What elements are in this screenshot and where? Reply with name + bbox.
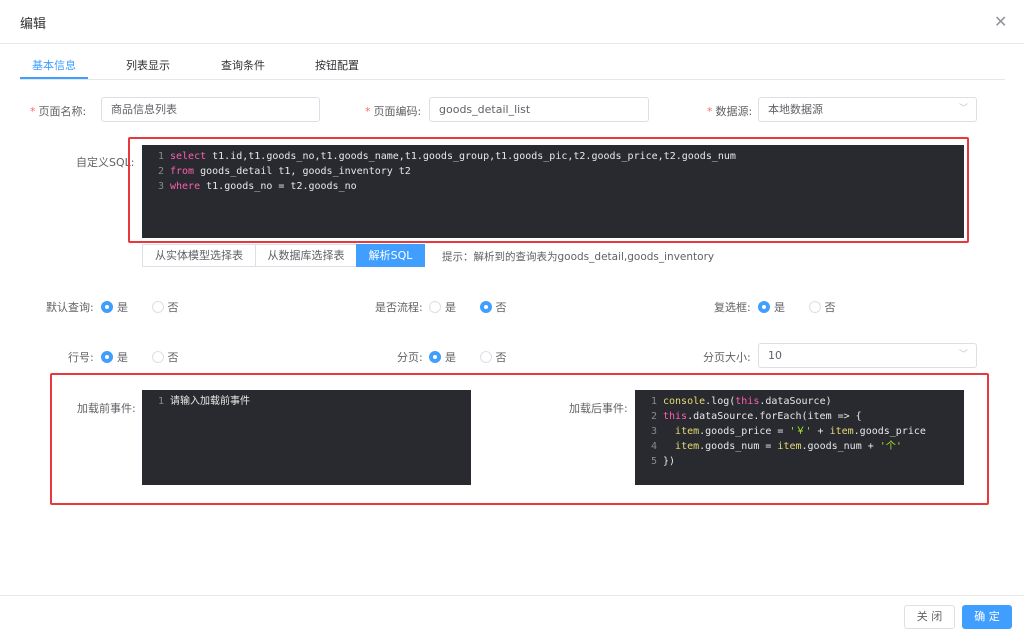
default-query-radio-group: 是 否 <box>101 299 179 315</box>
dialog-title: 编辑 <box>20 17 47 32</box>
before-load-label: 加载前事件: <box>77 402 136 415</box>
before-load-code-line: 请输入加载前事件 <box>170 396 250 407</box>
select-from-database-button[interactable]: 从数据库选择表 <box>255 244 357 267</box>
sql-line-number: 3 <box>157 181 164 192</box>
row-number-yes[interactable]: 是 <box>101 351 128 364</box>
is-flow-radio-group: 是 否 <box>429 299 507 315</box>
page-name-input[interactable]: 商品信息列表 <box>101 97 320 122</box>
tabs-divider <box>20 79 1005 80</box>
after-load-line-number: 3 <box>650 426 657 437</box>
chevron-down-icon: ﹀ <box>958 104 968 114</box>
page-size-value: 10 <box>768 349 782 362</box>
sql-line-numbers: 1 2 3 <box>142 149 164 194</box>
parse-sql-button[interactable]: 解析SQL <box>356 244 425 267</box>
close-button[interactable]: 关 闭 <box>904 605 955 629</box>
tab-query-conditions[interactable]: 查询条件 <box>221 57 265 73</box>
multi-select-radio-group: 是 否 <box>758 299 836 315</box>
after-load-code-line: item.goods_num = item.goods_num + '个' <box>675 441 902 452</box>
sql-editor[interactable]: 1 2 3 select t1.id,t1.goods_no,t1.goods_na… <box>142 145 964 238</box>
datasource-value: 本地数据源 <box>768 103 823 116</box>
is-flow-label: 是否流程: <box>375 301 423 314</box>
tab-list-display[interactable]: 列表显示 <box>126 57 170 73</box>
multi-select-yes[interactable]: 是 <box>758 301 785 314</box>
sql-code-line: select t1.id,t1.goods_no,t1.goods_name,t… <box>170 151 736 162</box>
is-flow-no[interactable]: 否 <box>479 301 507 314</box>
paging-yes[interactable]: 是 <box>429 351 456 364</box>
row-number-radio-group: 是 否 <box>101 349 179 365</box>
after-load-code-line: this.dataSource.forEach(item => { <box>663 411 862 422</box>
close-icon[interactable]: ✕ <box>994 12 1007 31</box>
page-code-input[interactable]: goods_detail_list <box>429 97 649 122</box>
page-size-select[interactable]: 10 ﹀ <box>758 343 977 368</box>
sql-code-line: where t1.goods_no = t2.goods_no <box>170 181 357 192</box>
tab-button-config[interactable]: 按钮配置 <box>315 57 359 73</box>
after-load-code: console.log(this.dataSource) this.dataSou… <box>663 394 926 469</box>
after-load-code-line: }) <box>663 456 676 467</box>
after-load-code-line: item.goods_price = '￥' + item.goods_pric… <box>675 426 926 437</box>
row-number-label: 行号: <box>68 351 94 364</box>
after-load-code-line: console.log(this.dataSource) <box>663 396 832 407</box>
tab-basic-info[interactable]: 基本信息 <box>32 57 76 73</box>
after-load-line-number: 4 <box>650 441 657 452</box>
chevron-down-icon: ﹀ <box>958 350 968 360</box>
sql-line-number: 1 <box>157 151 164 162</box>
paging-radio-group: 是 否 <box>429 349 507 365</box>
datasource-select[interactable]: 本地数据源 ﹀ <box>758 97 977 122</box>
after-load-editor[interactable]: 1 2 3 4 5 console.log(this.dataSource) this.d… <box>635 390 964 485</box>
sql-hint: 提示：解析到的查询表为goods_detail,goods_inventory <box>442 251 715 263</box>
custom-sql-label: 自定义SQL: <box>76 156 135 169</box>
after-load-line-number: 1 <box>650 396 657 407</box>
datasource-label: * 数据源: <box>707 105 753 118</box>
sql-code: select t1.id,t1.goods_no,t1.goods_name,t… <box>170 149 736 194</box>
multi-select-label: 复选框: <box>714 301 751 314</box>
default-query-label: 默认查询: <box>46 301 94 314</box>
after-load-label: 加载后事件: <box>569 402 628 415</box>
page-code-label: * 页面编码: <box>365 105 422 118</box>
paging-no[interactable]: 否 <box>479 351 507 364</box>
before-load-editor[interactable]: 1 请输入加载前事件 <box>142 390 471 485</box>
after-load-line-numbers: 1 2 3 4 5 <box>635 394 657 469</box>
before-load-line-numbers: 1 <box>142 394 164 409</box>
page-name-label: * 页面名称: <box>30 105 87 118</box>
after-load-line-number: 5 <box>650 456 657 467</box>
row-number-no[interactable]: 否 <box>151 351 179 364</box>
sql-line-number: 2 <box>157 166 164 177</box>
select-from-entity-model-button[interactable]: 从实体模型选择表 <box>142 244 256 267</box>
active-tab-indicator <box>20 77 88 79</box>
multi-select-no[interactable]: 否 <box>808 301 836 314</box>
confirm-button[interactable]: 确 定 <box>962 605 1012 629</box>
header-divider <box>0 43 1024 44</box>
page-size-label: 分页大小: <box>703 351 751 364</box>
default-query-no[interactable]: 否 <box>151 301 179 314</box>
sql-code-line: from goods_detail t1, goods_inventory t2 <box>170 166 411 177</box>
is-flow-yes[interactable]: 是 <box>429 301 456 314</box>
before-load-code: 请输入加载前事件 <box>170 394 250 409</box>
default-query-yes[interactable]: 是 <box>101 301 128 314</box>
footer-divider <box>0 595 1024 596</box>
before-load-line-number: 1 <box>157 396 164 407</box>
after-load-line-number: 2 <box>650 411 657 422</box>
paging-label: 分页: <box>397 351 423 364</box>
